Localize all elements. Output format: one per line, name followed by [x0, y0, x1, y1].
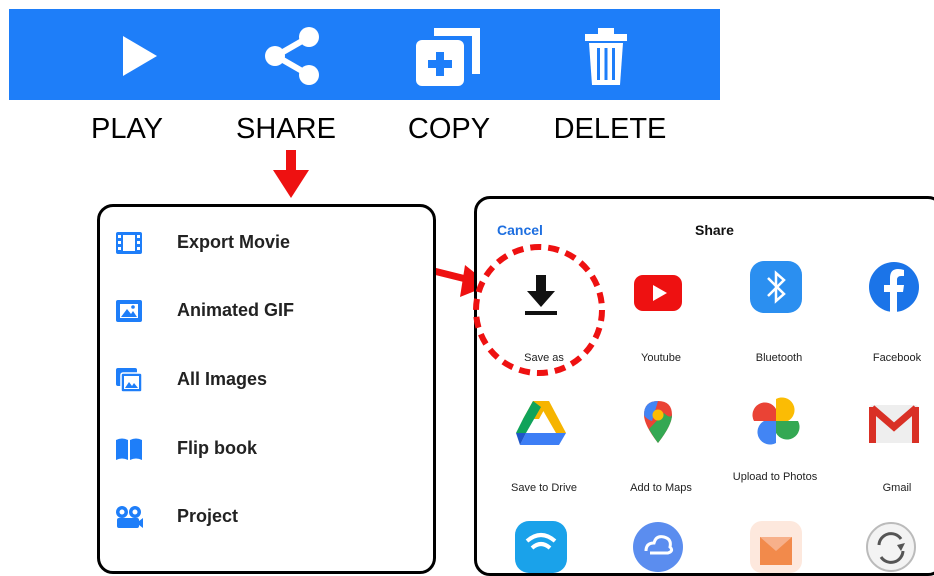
highlight-circle: [473, 244, 605, 376]
